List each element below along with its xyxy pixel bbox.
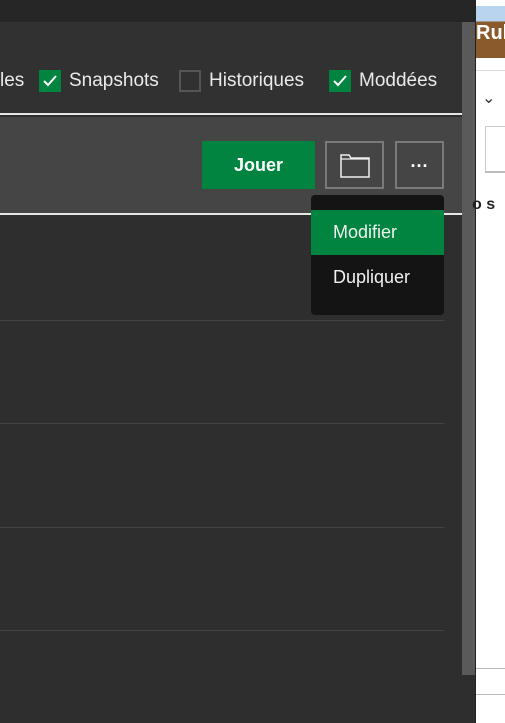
checkbox-unchecked[interactable] bbox=[179, 70, 201, 92]
menu-item-modifier[interactable]: Modifier bbox=[311, 210, 444, 255]
chevron-down-icon[interactable]: ⌄ bbox=[482, 88, 495, 108]
background-window: Rul ⌄ o s bbox=[472, 0, 505, 723]
filter-bar: les Snapshots Historiques Moddées bbox=[0, 22, 462, 115]
thumbnail: Rul bbox=[476, 6, 505, 58]
scrollbar[interactable] bbox=[462, 22, 475, 675]
check-icon bbox=[333, 75, 347, 87]
row-divider bbox=[0, 423, 444, 424]
filter-moddees[interactable]: Moddées bbox=[329, 70, 437, 92]
row-divider bbox=[0, 320, 444, 321]
text-snippet: o s bbox=[472, 196, 496, 213]
menu-item-dupliquer[interactable]: Dupliquer bbox=[311, 255, 444, 300]
more-options-button[interactable]: ... bbox=[395, 141, 444, 189]
divider bbox=[476, 694, 505, 695]
top-bar bbox=[0, 0, 475, 22]
folder-icon bbox=[339, 154, 370, 178]
divider bbox=[476, 70, 505, 71]
row-divider bbox=[0, 630, 444, 631]
options-dropdown: Modifier Dupliquer bbox=[311, 195, 444, 315]
open-folder-button[interactable] bbox=[325, 141, 384, 189]
divider bbox=[476, 668, 505, 669]
row-divider bbox=[0, 527, 444, 528]
cell bbox=[485, 126, 505, 173]
ellipsis-icon: ... bbox=[410, 150, 429, 171]
filter-historiques[interactable]: Historiques bbox=[179, 70, 304, 92]
play-button[interactable]: Jouer bbox=[202, 141, 315, 189]
check-icon bbox=[43, 75, 57, 87]
filter-snapshots[interactable]: Snapshots bbox=[39, 70, 159, 92]
checkbox-checked[interactable] bbox=[39, 70, 61, 92]
filter-partial[interactable]: les bbox=[0, 70, 24, 92]
checkbox-checked[interactable] bbox=[329, 70, 351, 92]
